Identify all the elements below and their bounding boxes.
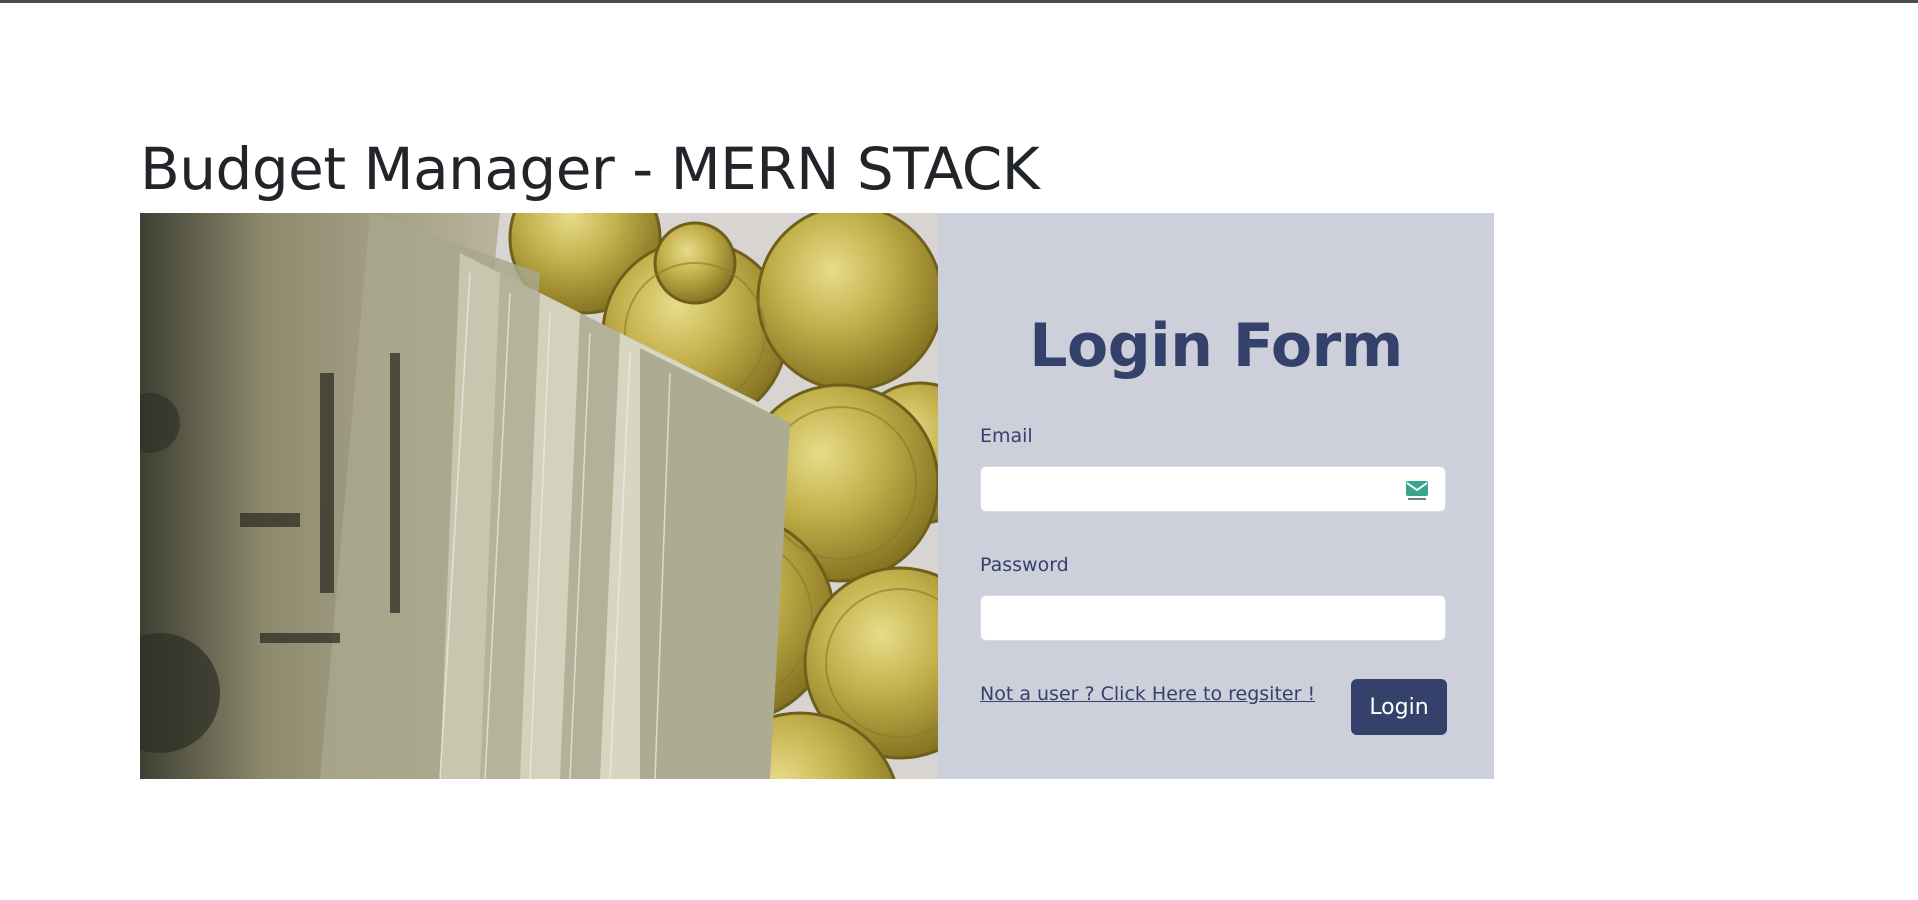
register-link[interactable]: Not a user ? Click Here to regsiter !	[980, 683, 1315, 705]
money-photo	[140, 213, 938, 779]
login-form: Login Form Email Password Not a user ? C…	[938, 213, 1494, 779]
top-border	[0, 0, 1918, 3]
email-label: Email	[980, 425, 1033, 447]
login-panel: Login Form Email Password Not a user ? C…	[140, 213, 1494, 779]
password-label: Password	[980, 554, 1069, 576]
login-button[interactable]: Login	[1351, 679, 1447, 735]
page-title: Budget Manager - MERN STACK	[140, 135, 1040, 203]
form-heading: Login Form	[1029, 311, 1403, 381]
mail-icon[interactable]	[1405, 478, 1429, 502]
money-image	[140, 213, 938, 779]
email-field[interactable]	[980, 466, 1446, 512]
password-field[interactable]	[980, 595, 1446, 641]
